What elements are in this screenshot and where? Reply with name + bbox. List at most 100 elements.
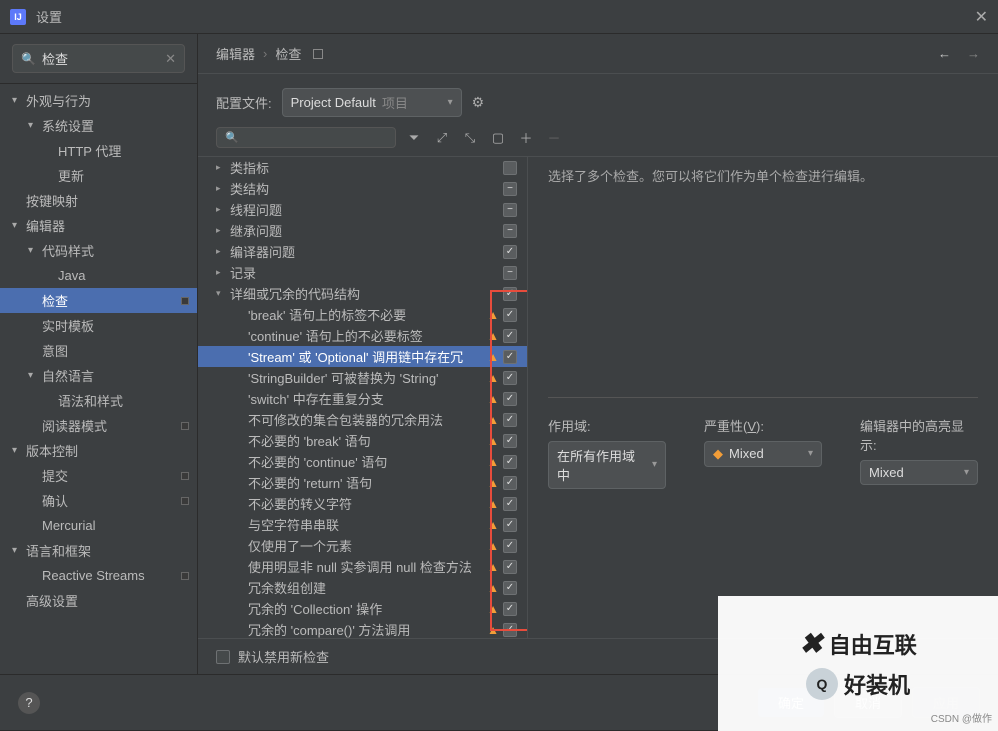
- inspection-item-15[interactable]: 不必要的 'return' 语句▲: [198, 472, 527, 493]
- project-marker-icon: [181, 572, 189, 580]
- inspection-checkbox[interactable]: [503, 392, 517, 406]
- inspection-item-2[interactable]: ▸线程问题: [198, 199, 527, 220]
- chevron-down-icon: ▾: [652, 459, 657, 470]
- inspection-checkbox[interactable]: [503, 203, 517, 217]
- sidebar-item-16[interactable]: 确认: [0, 488, 197, 513]
- inspection-checkbox[interactable]: [503, 455, 517, 469]
- sidebar-item-0[interactable]: ▾外观与行为: [0, 88, 197, 113]
- inspection-checkbox[interactable]: [503, 266, 517, 280]
- expand-all-icon[interactable]: ⤢: [432, 130, 452, 146]
- inspection-checkbox[interactable]: [503, 623, 517, 637]
- sidebar-item-label: 系统设置: [42, 116, 197, 135]
- scope-select[interactable]: 在所有作用域中 ▾: [548, 441, 666, 489]
- expand-arrow-icon: ▾: [28, 120, 42, 131]
- inspection-item-22[interactable]: 冗余的 'compare()' 方法调用▲: [198, 619, 527, 638]
- sidebar-item-11[interactable]: ▾自然语言: [0, 363, 197, 388]
- inspection-checkbox[interactable]: [503, 308, 517, 322]
- inspection-detail: 选择了多个检查。您可以将它们作为单个检查进行编辑。 作用域: 在所有作用域中 ▾…: [528, 157, 998, 638]
- inspection-checkbox[interactable]: [503, 350, 517, 364]
- severity-select[interactable]: ◆ Mixed ▾: [704, 441, 822, 467]
- inspection-item-10[interactable]: 'StringBuilder' 可被替换为 'String'▲: [198, 367, 527, 388]
- inspection-item-14[interactable]: 不必要的 'continue' 语句▲: [198, 451, 527, 472]
- remove-icon[interactable]: －: [544, 128, 564, 147]
- inspection-item-19[interactable]: 使用明显非 null 实参调用 null 检查方法▲: [198, 556, 527, 577]
- inspection-item-20[interactable]: 冗余数组创建▲: [198, 577, 527, 598]
- sidebar-item-2[interactable]: HTTP 代理: [0, 138, 197, 163]
- inspection-checkbox[interactable]: [503, 287, 517, 301]
- help-icon[interactable]: ?: [18, 692, 40, 714]
- sidebar-item-17[interactable]: Mercurial: [0, 513, 197, 538]
- inspection-item-8[interactable]: 'continue' 语句上的不必要标签▲: [198, 325, 527, 346]
- inspection-item-18[interactable]: 仅使用了一个元素▲: [198, 535, 527, 556]
- sidebar-item-20[interactable]: 高级设置: [0, 588, 197, 613]
- sidebar-item-15[interactable]: 提交: [0, 463, 197, 488]
- inspection-checkbox[interactable]: [503, 476, 517, 490]
- warning-icon: ▲: [487, 455, 499, 469]
- inspection-checkbox[interactable]: [503, 560, 517, 574]
- inspection-search-input[interactable]: 🔍: [216, 127, 396, 148]
- sidebar-item-13[interactable]: 阅读器模式: [0, 413, 197, 438]
- sidebar-item-5[interactable]: ▾编辑器: [0, 213, 197, 238]
- inspection-item-6[interactable]: ▾详细或冗余的代码结构: [198, 283, 527, 304]
- inspection-checkbox[interactable]: [503, 413, 517, 427]
- crumb-editor[interactable]: 编辑器: [216, 44, 255, 63]
- warning-icon: ▲: [487, 560, 499, 574]
- group-icon[interactable]: ▢: [488, 130, 508, 146]
- nav-back-icon[interactable]: ←: [938, 46, 951, 61]
- expand-arrow-icon: ▾: [12, 545, 26, 556]
- inspection-item-9[interactable]: 'Stream' 或 'Optional' 调用链中存在冗▲: [198, 346, 527, 367]
- add-icon[interactable]: ＋: [516, 128, 536, 147]
- gear-icon[interactable]: ⚙: [472, 94, 485, 111]
- profile-select[interactable]: Project Default 项目 ▾: [282, 88, 462, 117]
- inspection-item-7[interactable]: 'break' 语句上的标签不必要▲: [198, 304, 527, 325]
- disable-new-inspections-checkbox[interactable]: [216, 650, 230, 664]
- warning-icon: ▲: [487, 602, 499, 616]
- inspection-checkbox[interactable]: [503, 245, 517, 259]
- highlight-select[interactable]: Mixed ▾: [860, 460, 978, 485]
- inspection-checkbox[interactable]: [503, 329, 517, 343]
- sidebar-item-18[interactable]: ▾语言和框架: [0, 538, 197, 563]
- inspection-item-16[interactable]: 不必要的转义字符▲: [198, 493, 527, 514]
- warning-icon: ▲: [487, 581, 499, 595]
- collapse-all-icon[interactable]: ⤡: [460, 130, 480, 146]
- sidebar-item-6[interactable]: ▾代码样式: [0, 238, 197, 263]
- sidebar-item-19[interactable]: Reactive Streams: [0, 563, 197, 588]
- inspection-item-0[interactable]: ▸类指标: [198, 157, 527, 178]
- inspection-item-21[interactable]: 冗余的 'Collection' 操作▲: [198, 598, 527, 619]
- inspection-item-17[interactable]: 与空字符串串联▲: [198, 514, 527, 535]
- inspection-checkbox[interactable]: [503, 434, 517, 448]
- sidebar-item-12[interactable]: 语法和样式: [0, 388, 197, 413]
- clear-icon[interactable]: ✕: [165, 51, 176, 67]
- inspection-checkbox[interactable]: [503, 539, 517, 553]
- filter-icon[interactable]: ⏷: [404, 130, 424, 146]
- inspection-checkbox[interactable]: [503, 224, 517, 238]
- sidebar-item-3[interactable]: 更新: [0, 163, 197, 188]
- sidebar-item-label: 高级设置: [26, 591, 197, 610]
- inspection-checkbox[interactable]: [503, 371, 517, 385]
- inspection-checkbox[interactable]: [503, 602, 517, 616]
- sidebar-item-9[interactable]: 实时模板: [0, 313, 197, 338]
- inspection-item-4[interactable]: ▸编译器问题: [198, 241, 527, 262]
- inspection-checkbox[interactable]: [503, 518, 517, 532]
- inspection-checkbox[interactable]: [503, 161, 517, 175]
- sidebar-search-input[interactable]: 🔍 检查 ✕: [12, 44, 185, 73]
- inspection-item-3[interactable]: ▸继承问题: [198, 220, 527, 241]
- sidebar-item-10[interactable]: 意图: [0, 338, 197, 363]
- inspection-item-12[interactable]: 不可修改的集合包装器的冗余用法▲: [198, 409, 527, 430]
- sidebar-item-7[interactable]: Java: [0, 263, 197, 288]
- inspection-item-13[interactable]: 不必要的 'break' 语句▲: [198, 430, 527, 451]
- close-icon[interactable]: ✕: [975, 7, 988, 27]
- inspection-label: 冗余的 'compare()' 方法调用: [248, 620, 487, 638]
- inspection-item-11[interactable]: 'switch' 中存在重复分支▲: [198, 388, 527, 409]
- sidebar-item-8[interactable]: 检查: [0, 288, 197, 313]
- chevron-down-icon: ▾: [964, 467, 969, 478]
- inspection-checkbox[interactable]: [503, 182, 517, 196]
- inspection-item-1[interactable]: ▸类结构: [198, 178, 527, 199]
- sidebar-item-14[interactable]: ▾版本控制: [0, 438, 197, 463]
- sidebar-item-1[interactable]: ▾系统设置: [0, 113, 197, 138]
- warning-icon: ▲: [487, 371, 499, 385]
- inspection-checkbox[interactable]: [503, 497, 517, 511]
- inspection-checkbox[interactable]: [503, 581, 517, 595]
- inspection-item-5[interactable]: ▸记录: [198, 262, 527, 283]
- sidebar-item-4[interactable]: 按键映射: [0, 188, 197, 213]
